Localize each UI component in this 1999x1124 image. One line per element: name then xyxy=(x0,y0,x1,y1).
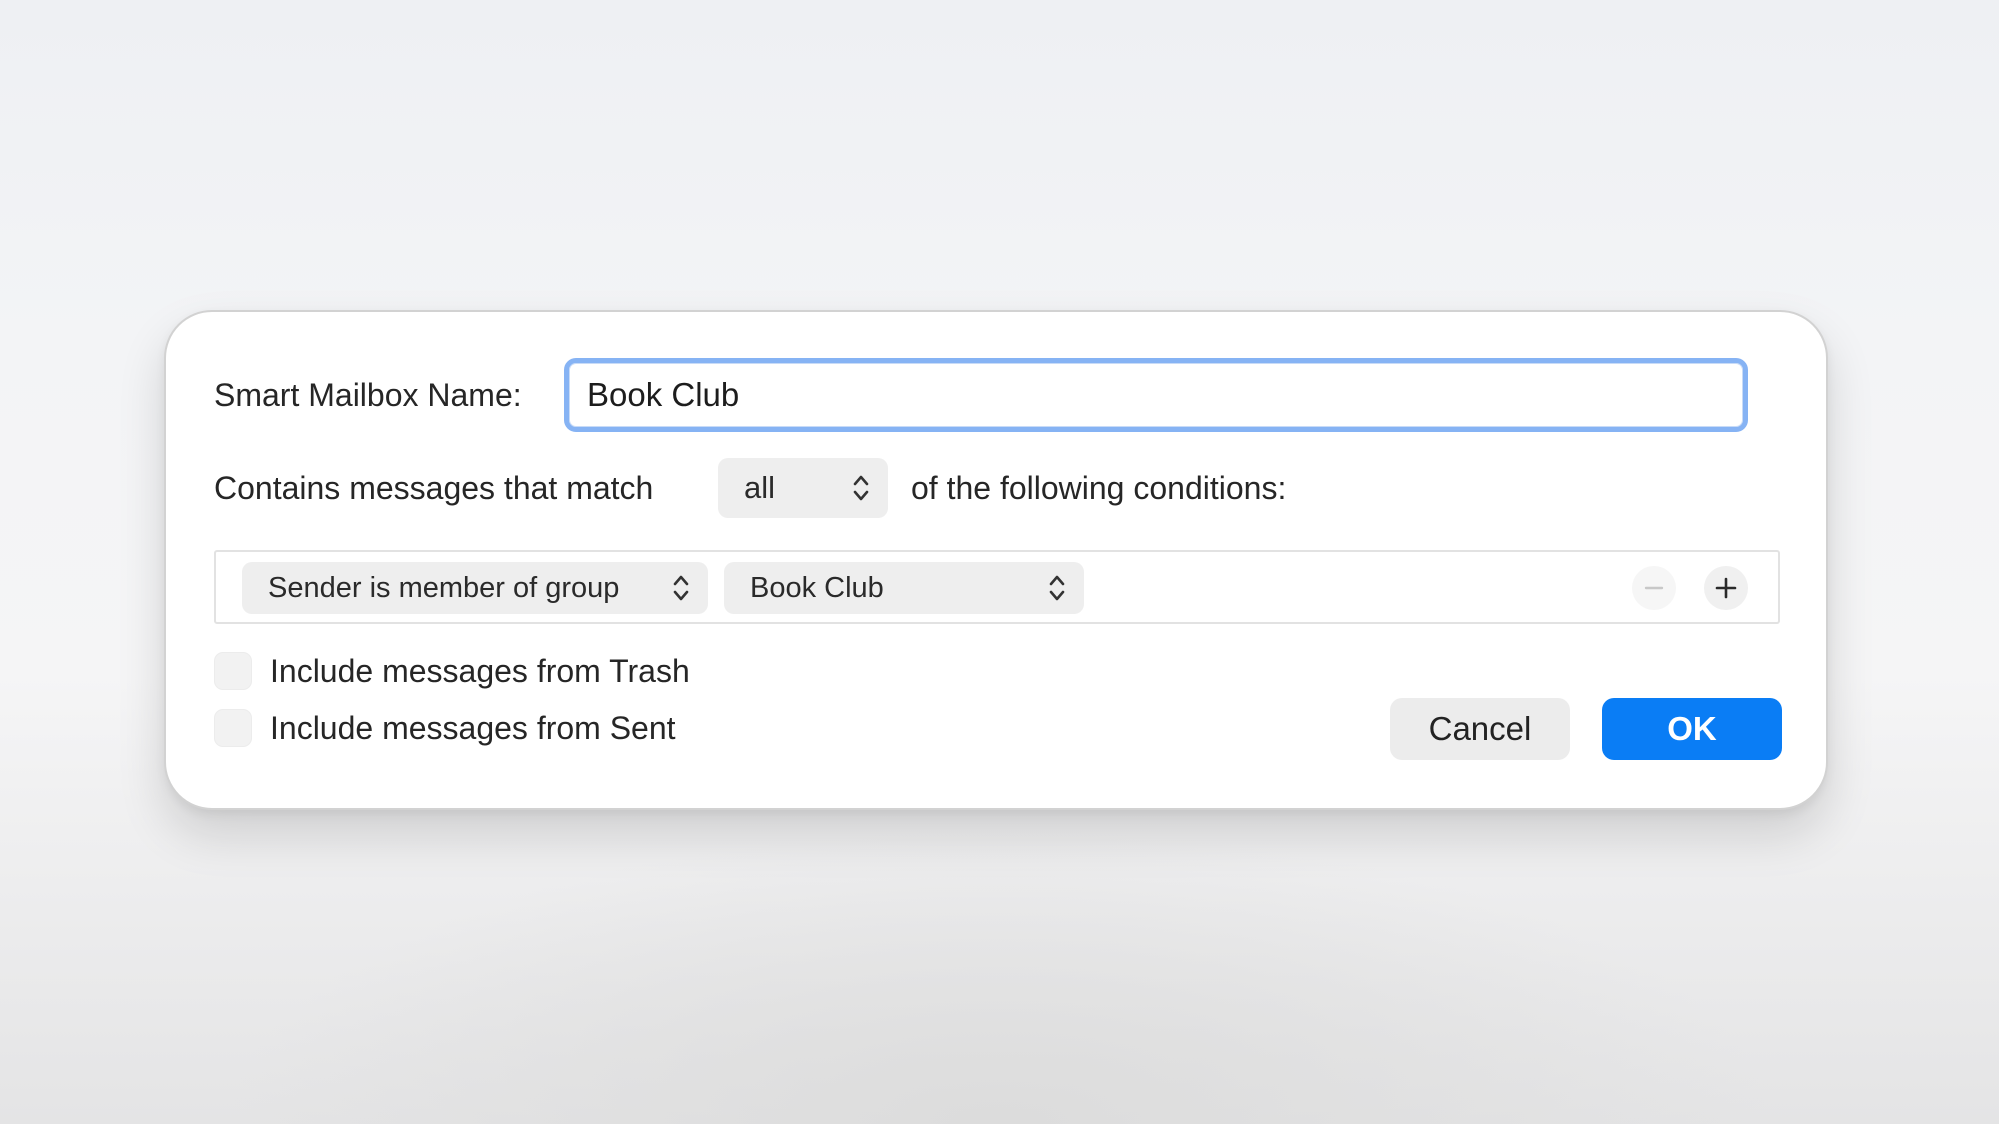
chevron-up-down-icon xyxy=(853,475,869,501)
conditions-list: Sender is member of group Book Club xyxy=(214,550,1780,624)
remove-condition-button[interactable] xyxy=(1632,566,1676,610)
match-mode-popup[interactable]: all xyxy=(718,458,888,518)
plus-icon xyxy=(1715,577,1737,599)
match-suffix-label: of the following conditions: xyxy=(911,470,1287,506)
condition-field-popup[interactable]: Sender is member of group xyxy=(242,562,708,614)
chevron-up-down-icon xyxy=(1049,575,1065,601)
chevron-up-down-icon xyxy=(673,575,689,601)
smart-mailbox-name-label: Smart Mailbox Name: xyxy=(214,377,522,413)
match-mode-value: all xyxy=(744,470,776,505)
match-prefix-label: Contains messages that match xyxy=(214,470,654,506)
cancel-button[interactable]: Cancel xyxy=(1390,698,1570,760)
add-condition-button[interactable] xyxy=(1704,566,1748,610)
include-sent-option: Include messages from Sent xyxy=(214,709,676,747)
ok-button[interactable]: OK xyxy=(1602,698,1782,760)
include-sent-checkbox[interactable] xyxy=(214,709,252,747)
condition-value-value: Book Club xyxy=(750,571,884,604)
minus-icon xyxy=(1644,586,1664,590)
include-trash-label: Include messages from Trash xyxy=(270,652,690,689)
smart-mailbox-dialog: Smart Mailbox Name: Contains messages th… xyxy=(164,310,1828,810)
condition-value-popup[interactable]: Book Club xyxy=(724,562,1084,614)
include-trash-option: Include messages from Trash xyxy=(214,652,690,690)
condition-field-value: Sender is member of group xyxy=(268,571,620,604)
smart-mailbox-name-input[interactable] xyxy=(564,358,1748,432)
include-trash-checkbox[interactable] xyxy=(214,652,252,690)
include-sent-label: Include messages from Sent xyxy=(270,709,676,746)
